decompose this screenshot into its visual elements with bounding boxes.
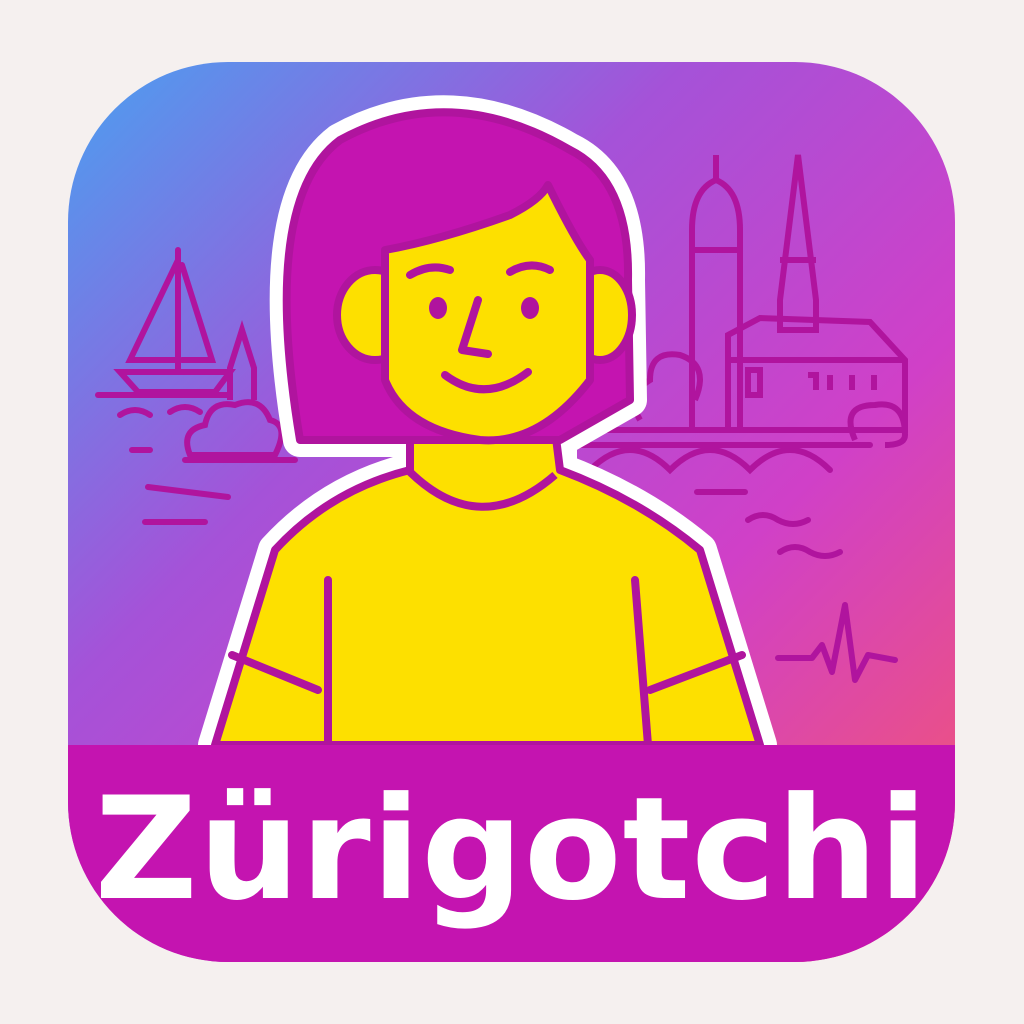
app-name: Zürigotchi	[94, 767, 929, 932]
